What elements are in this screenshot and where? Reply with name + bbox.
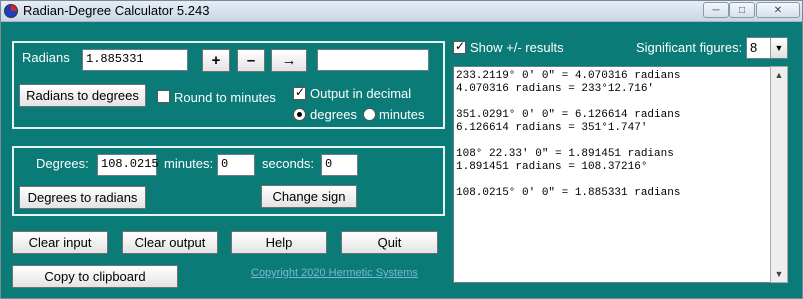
app-logo-icon (4, 4, 18, 18)
round-to-minutes-label: Round to minutes (174, 90, 276, 105)
show-pm-results-checkbox[interactable] (453, 39, 466, 54)
radians-output-field[interactable] (317, 49, 429, 71)
minutes-radio-label: minutes (379, 107, 425, 122)
seconds-label: seconds: (262, 156, 315, 171)
chevron-down-icon[interactable]: ▼ (770, 38, 787, 58)
copyright-link[interactable]: Copyright 2020 Hermetic Systems (251, 267, 418, 279)
copy-to-clipboard-button[interactable]: Copy to clipboard (12, 265, 178, 288)
result-line: 4.070316 radians = 233°12.716' (456, 83, 655, 95)
app-window: Radian-Degree Calculator 5.243 ─ □ ✕ Rad… (0, 0, 803, 299)
minutes-label: minutes: (164, 156, 214, 171)
plus-button[interactable]: + (202, 49, 230, 72)
seconds-input[interactable]: 0 (321, 154, 358, 176)
title-bar[interactable]: Radian-Degree Calculator 5.243 ─ □ ✕ (1, 1, 802, 22)
arrow-button[interactable]: → (271, 49, 307, 72)
help-button[interactable]: Help (231, 231, 327, 254)
degrees-to-radians-button[interactable]: Degrees to radians (19, 186, 146, 209)
radians-label: Radians (22, 50, 70, 65)
degrees-radio[interactable] (293, 108, 306, 121)
result-line: 233.2119° 0' 0" = 4.070316 radians (456, 70, 681, 82)
radians-input[interactable]: 1.885331 (82, 49, 188, 71)
show-pm-results-label: Show +/- results (470, 40, 564, 55)
close-button[interactable]: ✕ (756, 2, 800, 18)
significant-figures-value: 8 (750, 40, 758, 55)
degrees-input[interactable]: 108.0215 (97, 154, 159, 176)
round-to-minutes-checkbox[interactable] (157, 90, 170, 103)
result-line (456, 96, 785, 109)
result-line: 351.0291° 0' 0" = 6.126614 radians (456, 109, 681, 121)
clear-input-button[interactable]: Clear input (12, 231, 108, 254)
scroll-up-icon[interactable]: ▲ (771, 67, 787, 83)
minus-button[interactable]: – (237, 49, 265, 72)
significant-figures-select[interactable]: 8 ▼ (746, 37, 788, 59)
result-line (456, 135, 785, 148)
quit-button[interactable]: Quit (341, 231, 438, 254)
result-line: 108° 22.33' 0" = 1.891451 radians (456, 148, 674, 160)
output-in-decimal-label: Output in decimal (310, 86, 412, 101)
result-line: 108.0215° 0' 0" = 1.885331 radians (456, 187, 681, 199)
change-sign-button[interactable]: Change sign (261, 185, 357, 208)
minutes-input[interactable]: 0 (217, 154, 255, 176)
results-output[interactable]: 233.2119° 0' 0" = 4.070316 radians 4.0703… (453, 66, 788, 283)
results-scrollbar[interactable]: ▲ ▼ (770, 66, 788, 283)
significant-figures-label: Significant figures: (636, 40, 743, 55)
minutes-radio[interactable] (363, 108, 376, 121)
window-title: Radian-Degree Calculator 5.243 (23, 3, 210, 18)
radians-to-degrees-button[interactable]: Radians to degrees (19, 84, 146, 107)
maximize-button[interactable]: □ (729, 2, 755, 18)
result-line: 6.126614 radians = 351°1.747' (456, 122, 648, 134)
degrees-label: Degrees: (36, 156, 89, 171)
result-line: 1.891451 radians = 108.37216° (456, 161, 648, 173)
clear-output-button[interactable]: Clear output (122, 231, 218, 254)
result-line (456, 174, 785, 187)
scroll-down-icon[interactable]: ▼ (771, 266, 787, 282)
degrees-radio-label: degrees (310, 107, 357, 122)
minimize-button[interactable]: ─ (703, 2, 729, 18)
output-in-decimal-checkbox[interactable] (293, 85, 306, 100)
